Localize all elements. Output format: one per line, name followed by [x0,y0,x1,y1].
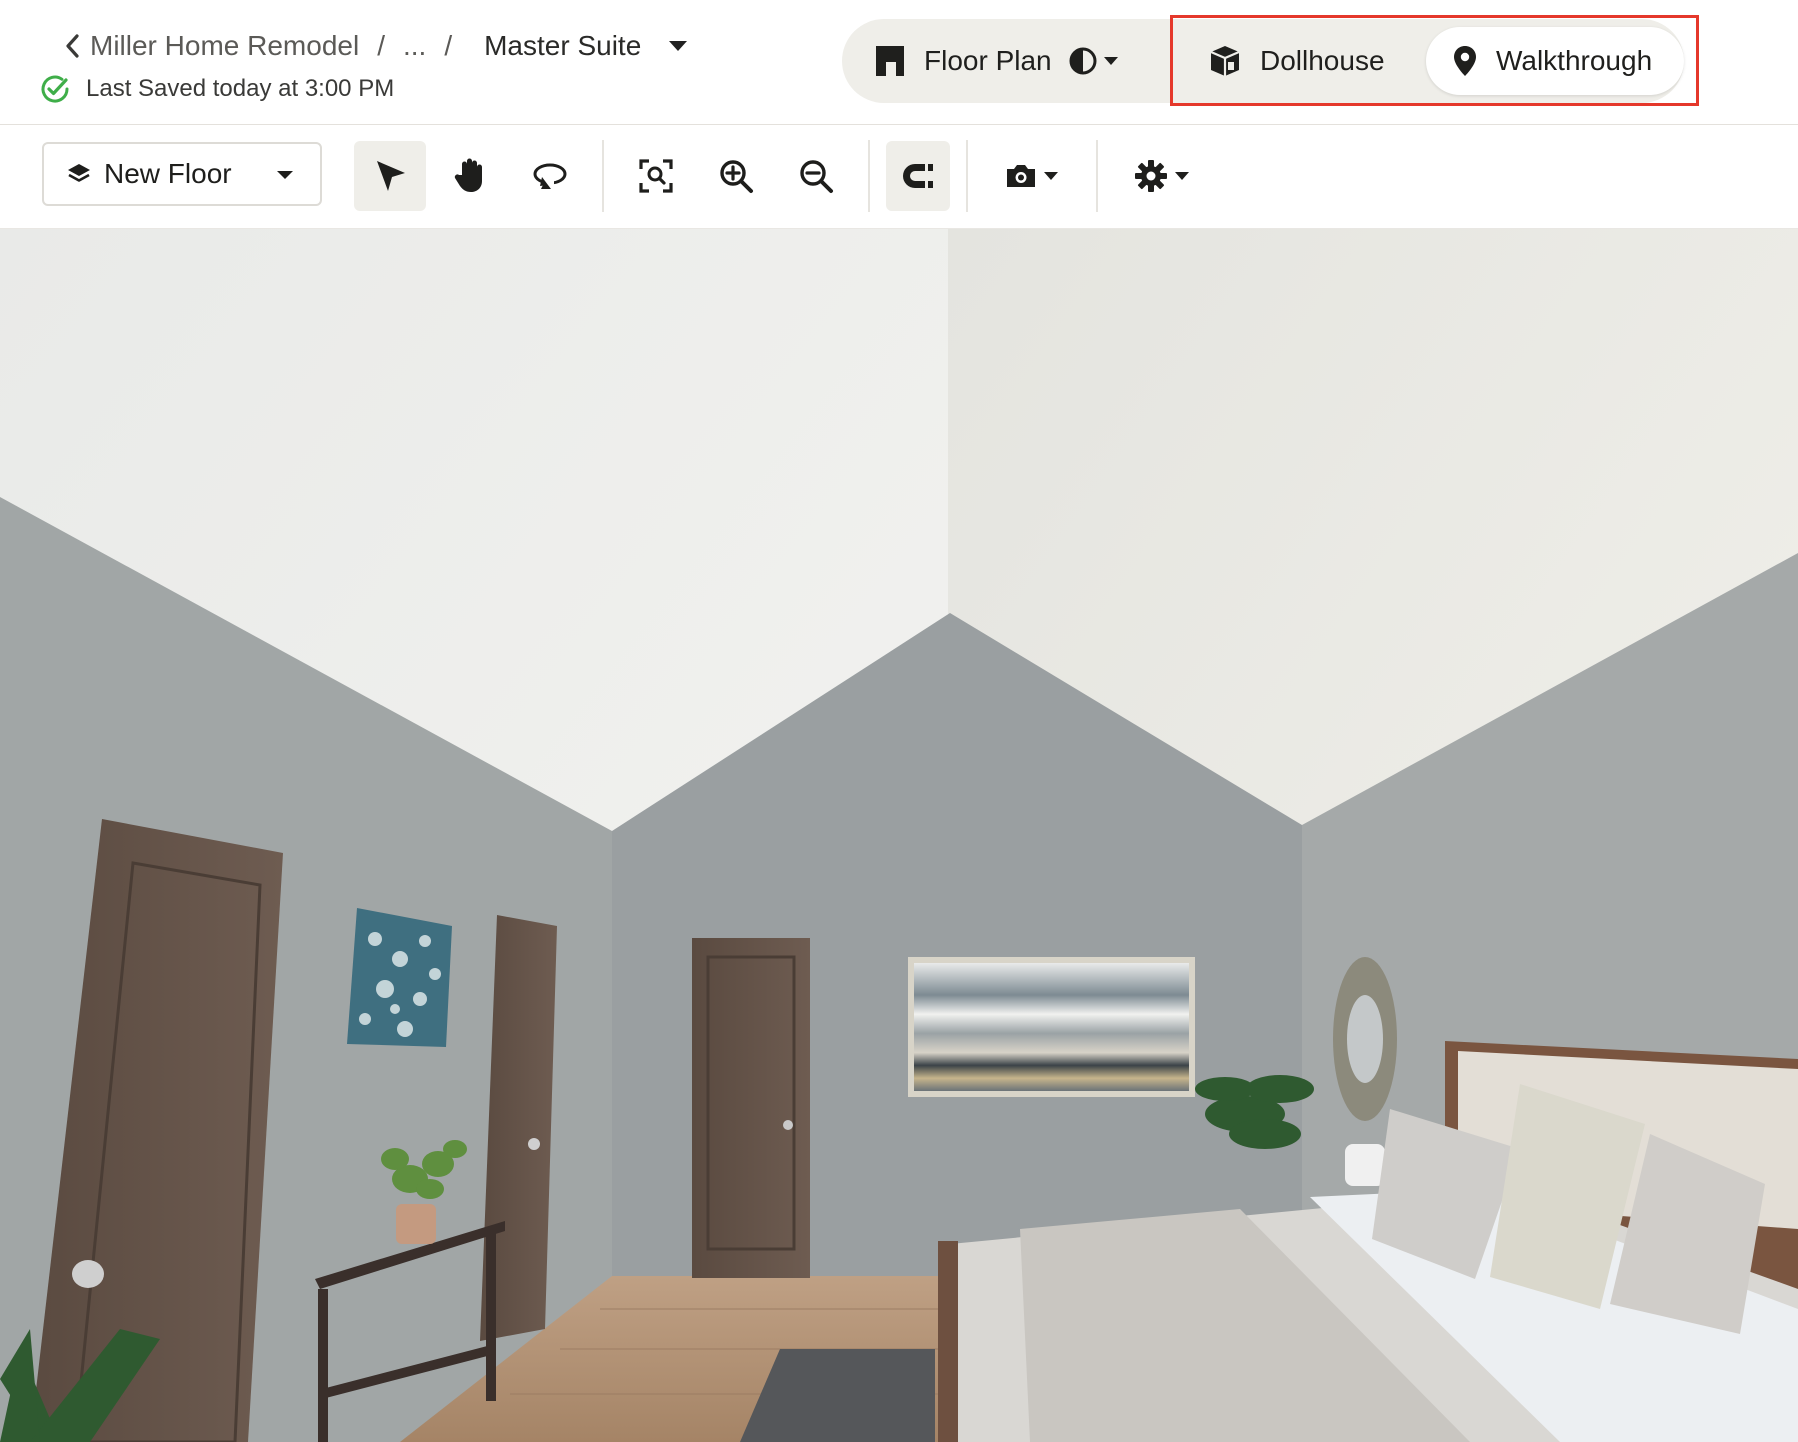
toolbar-divider [868,140,870,212]
zoom-fit-button[interactable] [620,141,692,211]
breadcrumb: Miller Home Remodel / ... / Master Suite [60,28,689,64]
zoom-in-button[interactable] [700,141,772,211]
camera-icon [1007,165,1035,187]
gear-icon [1135,160,1167,192]
settings-button[interactable] [1122,141,1202,211]
chevron-down-icon [277,171,293,179]
floor-select-dropdown[interactable]: New Floor [42,142,322,206]
layers-icon [66,162,92,186]
walkthrough-viewport[interactable] [0,229,1798,1442]
rotate-icon [533,163,567,189]
contrast-icon [1069,47,1097,75]
room-render [0,229,1798,1442]
chevron-down-icon [1044,172,1058,180]
dollhouse-button[interactable]: Dollhouse [1208,27,1385,95]
chevron-down-icon [1104,57,1118,65]
save-status: Last Saved today at 3:00 PM [40,74,394,104]
magnet-icon [903,164,933,188]
breadcrumb-ellipsis[interactable]: ... [403,30,426,62]
select-tool-button[interactable] [354,141,426,211]
walkthrough-label: Walkthrough [1496,45,1653,76]
hand-icon [454,158,482,192]
toolbar-divider [602,140,604,212]
top-header: Miller Home Remodel / ... / Master Suite… [0,0,1798,125]
cursor-arrow-icon [377,161,405,191]
toolbar: New Floor [0,126,1798,229]
chevron-down-icon [1175,172,1189,180]
saved-check-icon [40,74,70,104]
zoom-in-icon [720,160,753,193]
floor-select-label: New Floor [104,158,232,189]
chevron-down-icon[interactable] [667,39,689,53]
breadcrumb-project[interactable]: Miller Home Remodel [90,30,359,62]
walkthrough-button[interactable]: Walkthrough [1426,27,1684,95]
breadcrumb-current[interactable]: Master Suite [484,30,641,62]
breadcrumb-separator: / [377,30,385,61]
toolbar-divider [1096,140,1098,212]
map-pin-icon [1452,44,1478,78]
zoom-out-button[interactable] [780,141,852,211]
snap-toggle-button[interactable] [886,141,950,211]
breadcrumb-separator: / [444,30,453,61]
toolbar-divider [966,140,968,212]
dollhouse-label: Dollhouse [1260,45,1385,76]
camera-button[interactable] [992,141,1072,211]
floor-plan-icon [874,44,906,78]
back-chevron-icon[interactable] [60,31,84,61]
floor-plan-label: Floor Plan [924,45,1052,76]
zoom-fit-icon [639,159,673,193]
pan-tool-button[interactable] [434,141,506,211]
view-mode-switch: Floor Plan Dollhouse Walkthrough [842,19,1684,103]
zoom-out-icon [800,160,833,193]
dollhouse-cube-icon [1208,44,1242,78]
contrast-toggle[interactable] [1068,27,1120,95]
floor-plan-button[interactable]: Floor Plan [874,27,1052,95]
rotate-tool-button[interactable] [514,141,586,211]
save-status-text: Last Saved today at 3:00 PM [86,75,395,102]
